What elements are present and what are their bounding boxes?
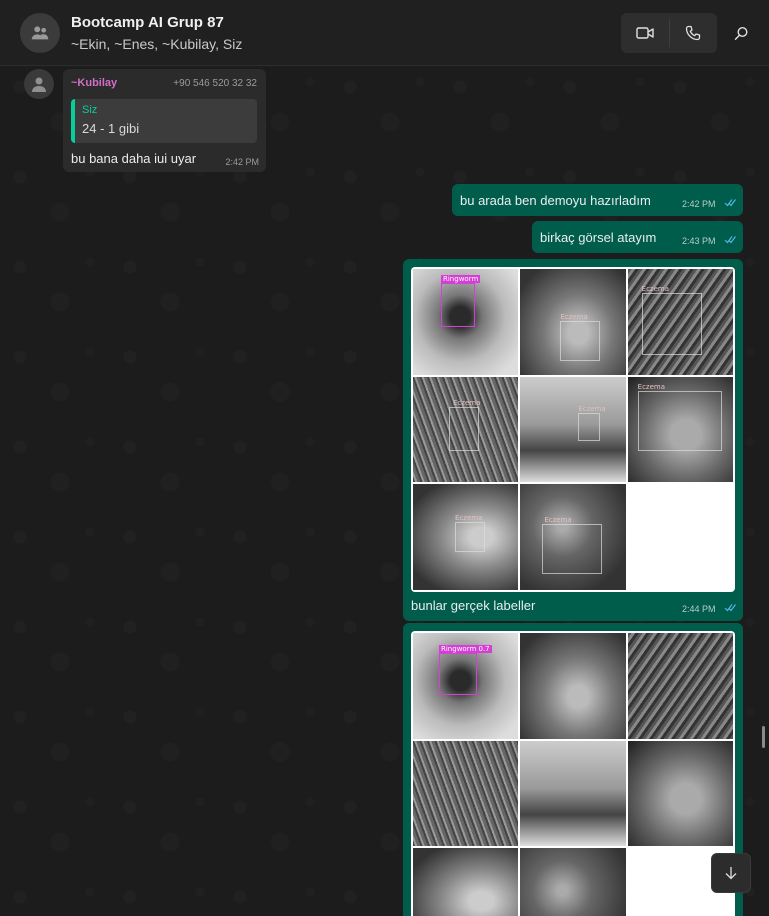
image-tile: Eczema <box>413 484 519 590</box>
voice-call-icon <box>685 25 701 41</box>
search-button[interactable] <box>724 15 758 51</box>
image-tile <box>520 740 626 847</box>
message-time: 2:43 PM <box>682 236 716 246</box>
detection-label: Eczema <box>578 404 606 413</box>
bounding-box <box>542 524 603 575</box>
quote-text: 24 - 1 gibi <box>82 121 140 136</box>
search-icon <box>734 26 748 40</box>
image-tile: Eczema <box>627 376 733 483</box>
sender-phone: +90 546 520 32 32 <box>173 78 257 89</box>
video-call-button[interactable] <box>621 13 669 53</box>
user-icon <box>32 77 46 92</box>
detection-label: Ringworm 0.7 <box>439 645 492 653</box>
scrollbar-thumb[interactable] <box>762 726 765 748</box>
message-text: birkaç görsel atayım <box>540 230 657 245</box>
detection-label: Eczema <box>637 382 666 391</box>
read-receipt-icon <box>724 199 736 207</box>
message-time: 2:42 PM <box>225 157 259 167</box>
image-tile-blank <box>627 484 733 590</box>
bounding-box <box>578 412 601 441</box>
detection-label: Eczema <box>453 398 481 407</box>
image-tile: Eczema <box>413 376 519 483</box>
detection-label: Eczema <box>544 516 572 525</box>
video-call-icon <box>636 27 654 39</box>
image-tile: Ringworm <box>413 269 519 375</box>
outgoing-image-message[interactable]: Ringworm 0.7 <box>403 623 743 916</box>
voice-call-button[interactable] <box>669 13 717 53</box>
image-tile <box>413 848 519 916</box>
image-tile: Eczema <box>520 269 626 375</box>
image-attachment[interactable]: Ringworm 0.7 <box>411 631 735 916</box>
sender-name[interactable]: ~Kubilay <box>71 77 117 89</box>
image-tile <box>627 633 733 739</box>
group-members: ~Ekin, ~Enes, ~Kubilay, Siz <box>71 35 243 52</box>
image-tile: Eczema <box>627 269 733 375</box>
image-tile <box>520 633 626 739</box>
bounding-box <box>560 321 601 361</box>
image-attachment[interactable]: Ringworm Eczema Eczema Eczema Eczema Ecz… <box>411 267 735 592</box>
outgoing-message[interactable]: birkaç görsel atayım 2:43 PM <box>532 221 743 253</box>
bounding-box <box>637 390 722 451</box>
message-time: 2:44 PM <box>682 604 716 614</box>
message-text: bu bana daha iui uyar <box>71 151 197 166</box>
group-avatar-icon[interactable] <box>20 12 60 53</box>
group-name: Bootcamp AI Grup 87 <box>71 13 224 31</box>
image-caption: bunlar gerçek labeller <box>411 598 536 613</box>
incoming-message[interactable]: ~Kubilay +90 546 520 32 32 Siz 24 - 1 gi… <box>63 69 266 172</box>
image-tile <box>520 848 626 916</box>
scroll-to-bottom-button[interactable] <box>711 853 751 893</box>
bounding-box <box>449 406 479 451</box>
chat-info[interactable]: Bootcamp AI Grup 87 ~Ekin, ~Enes, ~Kubil… <box>71 14 242 52</box>
bounding-box <box>455 522 485 553</box>
outgoing-image-message[interactable]: Ringworm Eczema Eczema Eczema Eczema Ecz… <box>403 259 743 621</box>
bounding-box <box>441 283 475 327</box>
call-buttons <box>621 13 717 53</box>
arrow-down-icon <box>725 867 737 880</box>
bounding-box <box>439 653 477 695</box>
detection-label: Eczema <box>641 285 670 293</box>
message-time: 2:42 PM <box>682 199 716 209</box>
read-receipt-icon <box>724 604 736 612</box>
image-tile <box>413 740 519 847</box>
chat-area[interactable]: ~Kubilay +90 546 520 32 32 Siz 24 - 1 gi… <box>0 67 769 916</box>
chat-header: Bootcamp AI Grup 87 ~Ekin, ~Enes, ~Kubil… <box>0 0 769 66</box>
divider <box>669 19 670 47</box>
detection-label: Eczema <box>455 514 483 523</box>
message-text: bu arada ben demoyu hazırladım <box>460 193 651 208</box>
image-tile: Ringworm 0.7 <box>413 633 519 739</box>
bounding-box <box>641 293 702 355</box>
outgoing-message[interactable]: bu arada ben demoyu hazırladım 2:42 PM <box>452 184 743 216</box>
image-tile <box>627 740 733 847</box>
detection-label: Eczema <box>560 313 588 321</box>
quote-author: Siz <box>82 104 98 116</box>
quoted-message[interactable]: Siz 24 - 1 gibi <box>71 99 257 143</box>
read-receipt-icon <box>724 236 736 244</box>
detection-label: Ringworm <box>441 275 481 283</box>
sender-avatar[interactable] <box>24 69 54 99</box>
image-tile: Eczema <box>520 376 626 483</box>
image-tile: Eczema <box>520 484 626 590</box>
